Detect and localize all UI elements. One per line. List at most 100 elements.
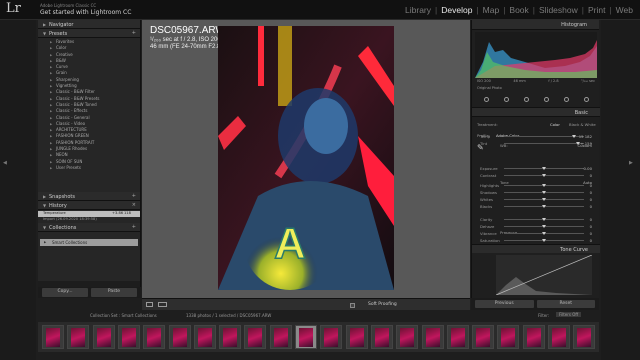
filmstrip-thumbnail[interactable] bbox=[117, 325, 140, 349]
reset-button[interactable]: Reset bbox=[536, 300, 595, 308]
history-header[interactable]: ▼ History × bbox=[38, 201, 140, 210]
filmstrip-thumbnail[interactable] bbox=[143, 325, 166, 349]
slider-thumb[interactable] bbox=[542, 184, 546, 187]
filmstrip-thumbnail[interactable] bbox=[269, 325, 292, 349]
slider-thumb[interactable] bbox=[542, 191, 546, 194]
filmstrip-thumbnail[interactable] bbox=[396, 325, 419, 349]
slider-track[interactable] bbox=[504, 142, 584, 145]
slider-value[interactable]: 0 bbox=[590, 204, 592, 209]
navigator-header[interactable]: ▶ Navigator bbox=[38, 20, 140, 29]
before-after-icon[interactable] bbox=[158, 302, 167, 307]
slider-track[interactable] bbox=[504, 239, 584, 242]
collapse-right-icon[interactable]: ▶ bbox=[629, 160, 633, 166]
filmstrip-source[interactable]: Collection Set : Smart Collections bbox=[90, 313, 157, 318]
slider-thumb[interactable] bbox=[542, 225, 546, 228]
radial-filter-icon[interactable] bbox=[563, 96, 569, 102]
slider-value[interactable]: 0 bbox=[590, 238, 592, 243]
slider-track[interactable] bbox=[504, 205, 584, 208]
filmstrip-thumbnail[interactable] bbox=[497, 325, 520, 349]
slider-thumb[interactable] bbox=[575, 142, 580, 145]
presets-header[interactable]: ▼ Presets + bbox=[38, 29, 140, 38]
module-print[interactable]: Print bbox=[587, 5, 606, 15]
previous-button[interactable]: Previous bbox=[475, 300, 534, 308]
filmstrip-thumbnail[interactable] bbox=[548, 325, 570, 349]
preset-folder[interactable]: User Presets bbox=[38, 165, 140, 172]
slider-track[interactable] bbox=[504, 191, 584, 194]
snapshots-header[interactable]: ▶ Snapshots + bbox=[38, 192, 140, 201]
paste-button[interactable]: Paste bbox=[91, 288, 137, 297]
slider-value[interactable]: 0 bbox=[590, 190, 592, 195]
collapse-left-icon[interactable]: ◀ bbox=[3, 160, 7, 166]
image-canvas[interactable]: DSC05967.ARW ¹/₂₀₀ sec at f / 2.8, ISO 2… bbox=[142, 20, 470, 298]
histogram-header[interactable]: Histogram bbox=[472, 20, 599, 30]
tone-curve-header[interactable]: Tone Curve bbox=[472, 244, 600, 253]
slider-thumb[interactable] bbox=[542, 198, 546, 201]
slider-track[interactable] bbox=[504, 135, 584, 138]
filmstrip-thumbnail[interactable] bbox=[522, 325, 545, 349]
module-develop[interactable]: Develop bbox=[440, 5, 473, 15]
add-collection-icon[interactable]: + bbox=[132, 223, 136, 232]
slider-thumb[interactable] bbox=[542, 205, 546, 208]
filmstrip-thumbnail[interactable] bbox=[67, 325, 90, 349]
filmstrip-thumbnail[interactable] bbox=[320, 325, 343, 349]
history-step[interactable]: Import (26.09.2020 18:39:58) bbox=[38, 217, 140, 223]
brush-icon[interactable] bbox=[583, 96, 589, 102]
filmstrip-thumbnail[interactable] bbox=[193, 325, 216, 349]
slider-value[interactable]: 0 bbox=[590, 173, 592, 178]
slider-thumb[interactable] bbox=[542, 174, 546, 177]
slider-value[interactable]: 15 182 bbox=[579, 134, 592, 139]
catalog-title[interactable]: Get started with Lightroom CC bbox=[40, 9, 131, 16]
slider-track[interactable] bbox=[504, 218, 584, 221]
slider-track[interactable] bbox=[504, 184, 584, 187]
slider-track[interactable] bbox=[504, 232, 584, 235]
module-book[interactable]: Book bbox=[508, 5, 529, 15]
photo-preview[interactable]: A bbox=[218, 26, 394, 290]
slider-value[interactable]: 0 bbox=[590, 217, 592, 222]
filmstrip-thumbnail[interactable] bbox=[573, 325, 596, 349]
clear-history-icon[interactable]: × bbox=[132, 201, 136, 210]
slider-value[interactable]: 0 bbox=[590, 231, 592, 236]
tone-curve-graph[interactable] bbox=[495, 254, 593, 296]
graduated-filter-icon[interactable] bbox=[543, 96, 549, 102]
soft-proofing-checkbox[interactable] bbox=[350, 302, 355, 308]
slider-value[interactable]: 0 bbox=[590, 183, 592, 188]
red-eye-icon[interactable] bbox=[523, 96, 529, 102]
filmstrip-thumbnail[interactable] bbox=[42, 325, 64, 349]
slider-track[interactable] bbox=[504, 167, 584, 170]
collection-set[interactable]: Smart Collections bbox=[40, 239, 138, 246]
filmstrip-thumbnail[interactable] bbox=[244, 325, 267, 349]
module-map[interactable]: Map bbox=[482, 5, 501, 15]
slider-thumb[interactable] bbox=[542, 167, 546, 170]
filmstrip-thumbnail[interactable] bbox=[168, 325, 191, 349]
loupe-view-icon[interactable] bbox=[146, 302, 153, 307]
copy-button[interactable]: Copy... bbox=[42, 288, 88, 297]
filmstrip-thumbnail[interactable] bbox=[370, 325, 393, 349]
slider-thumb[interactable] bbox=[572, 135, 577, 138]
slider-track[interactable] bbox=[504, 225, 584, 228]
slider-value[interactable]: 0 bbox=[590, 224, 592, 229]
filmstrip-thumbnail[interactable] bbox=[295, 325, 317, 349]
slider-value[interactable]: + 159 bbox=[580, 141, 592, 146]
filmstrip-thumbnail[interactable] bbox=[421, 325, 444, 349]
crop-tool-icon[interactable] bbox=[483, 96, 489, 102]
treatment-bw[interactable]: Black & White bbox=[569, 122, 596, 127]
filter-select[interactable]: Filters Off bbox=[556, 312, 582, 317]
slider-value[interactable]: 0.00 bbox=[584, 166, 592, 171]
filmstrip-thumbnail[interactable] bbox=[92, 325, 115, 349]
slider-thumb[interactable] bbox=[542, 232, 546, 235]
slider-track[interactable] bbox=[504, 174, 584, 177]
treatment-color[interactable]: Color bbox=[550, 122, 560, 127]
slider-thumb[interactable] bbox=[542, 218, 546, 221]
slider-track[interactable] bbox=[504, 198, 584, 201]
add-preset-icon[interactable]: + bbox=[132, 29, 136, 38]
slider-thumb[interactable] bbox=[542, 239, 546, 242]
filmstrip-thumbnail[interactable] bbox=[446, 325, 469, 349]
collections-header[interactable]: ▼ Collections + bbox=[38, 223, 140, 232]
spot-removal-icon[interactable] bbox=[503, 96, 509, 102]
original-photo-label[interactable]: Original Photo bbox=[477, 86, 502, 90]
slider-value[interactable]: 0 bbox=[590, 197, 592, 202]
filmstrip-thumbnail[interactable] bbox=[472, 325, 495, 349]
module-slideshow[interactable]: Slideshow bbox=[538, 5, 579, 15]
filmstrip-thumbnail[interactable] bbox=[345, 325, 368, 349]
module-web[interactable]: Web bbox=[615, 5, 634, 15]
